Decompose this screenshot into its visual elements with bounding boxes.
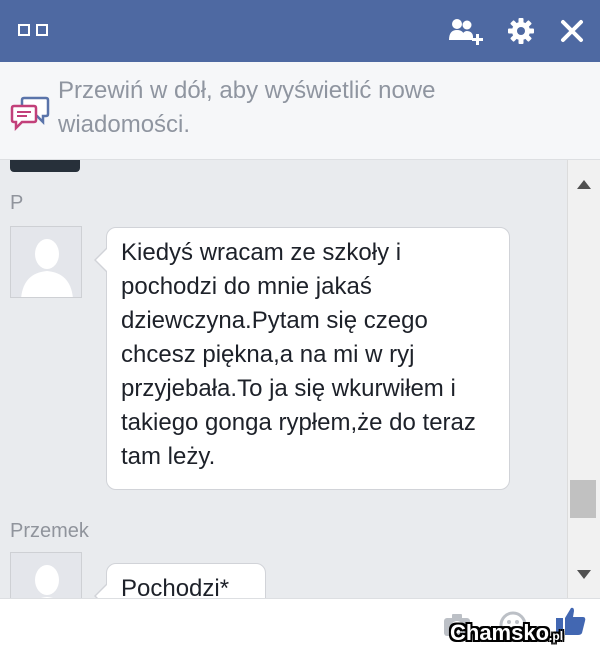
gear-icon[interactable] (502, 12, 540, 50)
message-sender: P (10, 192, 24, 214)
chat-titlebar (0, 0, 600, 62)
avatar[interactable] (10, 552, 82, 598)
watermark-logo: Chamsko.pl (450, 620, 564, 645)
close-icon[interactable] (553, 12, 591, 50)
avatar[interactable] (10, 226, 82, 298)
scroll-up-arrow-icon[interactable] (577, 180, 591, 189)
scrollbar[interactable] (567, 160, 600, 598)
scroll-down-arrow-icon[interactable] (577, 570, 591, 579)
window-square-icon (18, 24, 30, 36)
add-people-icon[interactable] (447, 12, 485, 50)
message-list[interactable]: P Kiedyś wracam ze szkoły i pochodzi do … (0, 160, 567, 598)
window-square-icon (36, 24, 48, 36)
new-messages-notice-text: Przewiń w dół, aby wyświetlić nowe wiado… (58, 77, 436, 138)
scrollbar-thumb[interactable] (570, 480, 596, 518)
message-bubble: Pochodzi* (94, 563, 266, 598)
message-sender: Przemek (10, 520, 89, 542)
message-bubble: Kiedyś wracam ze szkoły i pochodzi do mn… (94, 227, 510, 490)
chat-bubbles-icon (10, 94, 50, 137)
previous-message-image (10, 160, 80, 172)
